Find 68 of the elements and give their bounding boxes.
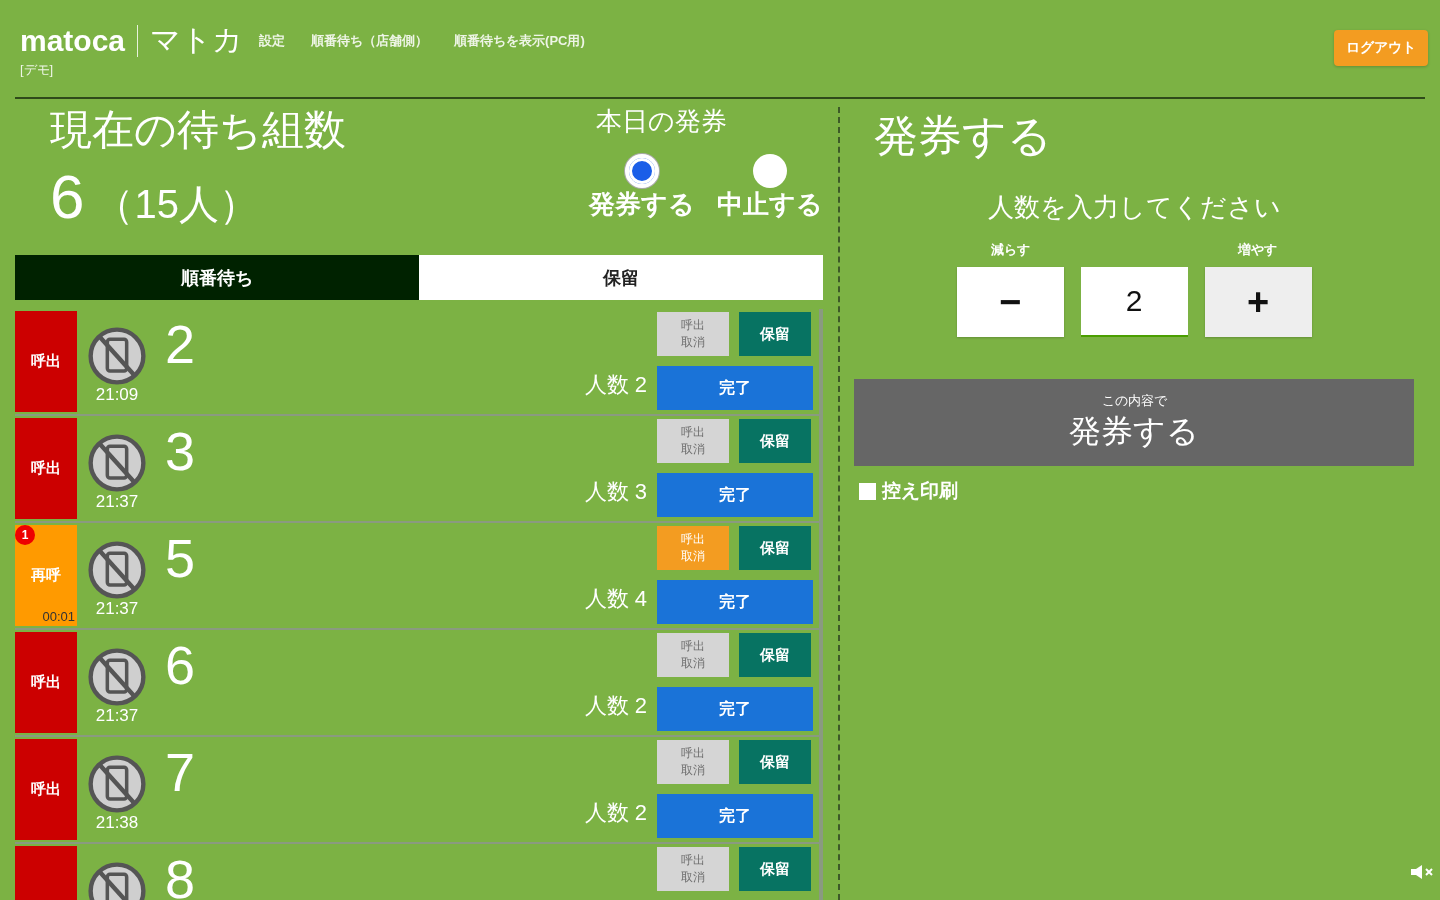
ticket-time: 21:37: [95, 707, 139, 726]
party-size: 人数 2: [583, 799, 647, 827]
hold-button[interactable]: 保留: [739, 633, 811, 677]
prompt-text: 人数を入力してください: [987, 191, 1281, 224]
hold-button[interactable]: 保留: [739, 526, 811, 570]
done-button[interactable]: 完了: [657, 687, 813, 731]
radio-button[interactable]: [625, 153, 659, 188]
no-phone-icon: [88, 541, 146, 599]
party-size: 人数 2: [583, 692, 647, 720]
ticket-time: 21:09: [95, 386, 139, 405]
hold-button[interactable]: 保留: [739, 740, 811, 784]
hold-button[interactable]: 保留: [739, 847, 811, 891]
muted-speaker-icon: [1410, 864, 1436, 880]
logo: matoca: [20, 23, 126, 58]
ticket-time: 21:38: [95, 814, 139, 833]
no-phone-icon: [88, 648, 146, 706]
cancel-call-button[interactable]: 呼出 取消: [657, 633, 729, 677]
done-button[interactable]: 完了: [657, 580, 813, 624]
cancel-call-button[interactable]: 呼出 取消: [657, 312, 729, 356]
plus-button[interactable]: +: [1204, 267, 1312, 337]
ticket-number: 3: [165, 424, 196, 483]
ticket-number: 5: [165, 531, 196, 590]
call-button[interactable]: 呼出: [15, 632, 77, 733]
logo-kana: マトカ: [150, 22, 244, 58]
ticketing-title: 本日の発券: [595, 107, 727, 136]
party-size: 人数 2: [583, 371, 647, 399]
done-button[interactable]: 完了: [657, 473, 813, 517]
ticket-number: 2: [165, 317, 196, 376]
call-button[interactable]: 1 再呼 00:01: [15, 525, 77, 626]
party-size: 人数 3: [583, 478, 647, 506]
no-phone-icon: [88, 755, 146, 813]
waiting-title: 現在の待ち組数: [50, 107, 347, 154]
done-button[interactable]: 完了: [657, 794, 813, 838]
call-button[interactable]: 呼出: [15, 739, 77, 840]
decrease-label: 減らす: [990, 241, 1031, 259]
waiting-count: 6: [50, 163, 85, 232]
checkbox-label[interactable]: 控え印刷: [882, 478, 958, 504]
cancel-call-button[interactable]: 呼出 取消: [657, 419, 729, 463]
checkbox[interactable]: [859, 482, 876, 500]
cancel-call-button[interactable]: 呼出 取消: [657, 847, 729, 891]
ticket-number: 6: [165, 638, 196, 697]
radio-button[interactable]: [753, 153, 787, 188]
party-size: 人数 4: [583, 585, 647, 613]
done-button[interactable]: 完了: [657, 366, 813, 410]
no-phone-icon: [88, 434, 146, 492]
call-button[interactable]: 呼出: [15, 311, 77, 412]
ticket-number: 8: [165, 852, 196, 900]
radio-label[interactable]: 中止する: [717, 189, 823, 219]
minus-button[interactable]: −: [956, 267, 1064, 337]
people-count: （15人）: [94, 182, 259, 227]
cancel-call-button[interactable]: 呼出 取消: [657, 740, 729, 784]
ticket-number: 7: [165, 745, 196, 804]
no-phone-icon: [88, 327, 146, 385]
hold-button[interactable]: 保留: [739, 312, 811, 356]
call-timer: 00:01: [42, 609, 75, 624]
radio-label[interactable]: 発券する: [589, 189, 695, 219]
issue-ticket-button[interactable]: この内容で 発券する: [854, 379, 1414, 466]
ticket-time: 21:37: [95, 493, 139, 512]
party-size-field[interactable]: 2: [1080, 267, 1188, 337]
ticket-time: 21:37: [95, 600, 139, 619]
demo-label: [デモ]: [20, 61, 55, 79]
hold-button[interactable]: 保留: [739, 419, 811, 463]
count-badge: 1: [15, 525, 35, 545]
increase-label: 増やす: [1236, 241, 1278, 259]
tab[interactable]: 順番待ち: [15, 255, 419, 300]
call-button[interactable]: 呼出: [15, 418, 77, 519]
issue-title: 発券する: [874, 110, 1052, 162]
tab[interactable]: 保留: [419, 255, 823, 300]
